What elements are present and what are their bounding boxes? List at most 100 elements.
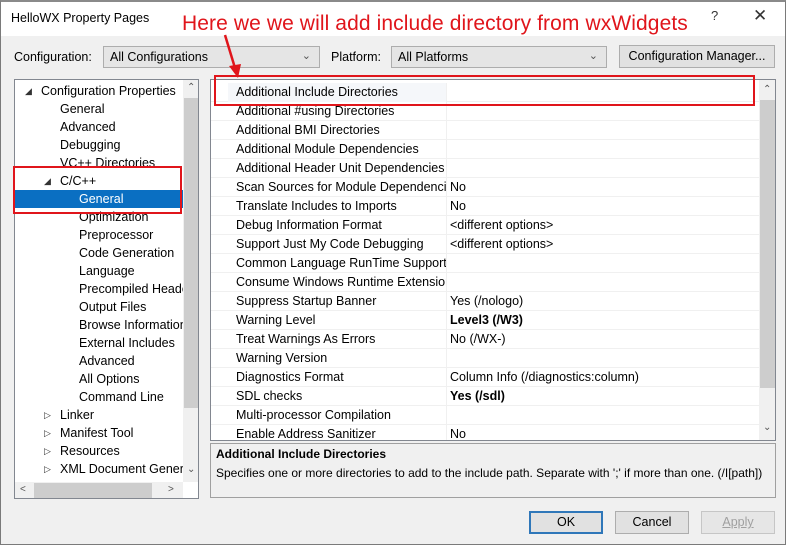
grid-vertical-scrollbar[interactable]: ⌃ ⌄	[759, 80, 775, 440]
description-title: Additional Include Directories	[216, 447, 387, 461]
scroll-thumb[interactable]	[184, 98, 198, 408]
tree-item[interactable]: Advanced	[15, 118, 183, 136]
tree-item[interactable]: ◢ C/C++	[15, 172, 183, 190]
property-name: Additional Header Unit Dependencies	[236, 161, 445, 175]
property-row[interactable]: Scan Sources for Module Dependencies No	[211, 178, 759, 197]
tree-item[interactable]: ▷ XML Document Genera	[15, 460, 191, 478]
tree-item-label: Configuration Properties	[41, 84, 176, 98]
tree-item[interactable]: General	[15, 100, 183, 118]
property-row[interactable]: Warning Version	[211, 349, 759, 368]
apply-button[interactable]: Apply	[701, 511, 775, 534]
scroll-up-icon[interactable]: ⌃	[763, 84, 771, 95]
property-value[interactable]: No	[450, 178, 466, 196]
tree-item[interactable]: Precompiled Heade	[15, 280, 189, 298]
property-pages-dialog: HelloWX Property Pages ? ✕ Here we we wi…	[0, 0, 786, 545]
tree-item[interactable]: ▷ Manifest Tool	[15, 424, 183, 442]
property-value[interactable]: <different options>	[450, 216, 553, 234]
property-value[interactable]: No	[450, 425, 466, 440]
tree-item[interactable]: VC++ Directories	[15, 154, 183, 172]
property-row[interactable]: Support Just My Code Debugging <different…	[211, 235, 759, 254]
scroll-up-icon[interactable]: ⌃	[187, 82, 195, 93]
property-row[interactable]: Treat Warnings As Errors No (/WX-)	[211, 330, 759, 349]
property-row[interactable]: SDL checks Yes (/sdl)	[211, 387, 759, 406]
tree-item[interactable]: General	[15, 190, 183, 208]
property-row[interactable]: Additional BMI Directories	[211, 121, 759, 140]
scroll-left-icon[interactable]: <	[20, 484, 26, 495]
tree-item[interactable]: ◢ Configuration Properties	[15, 82, 183, 100]
property-row[interactable]: Warning Level Level3 (/W3)	[211, 311, 759, 330]
property-value[interactable]: No (/WX-)	[450, 330, 506, 348]
ok-button[interactable]: OK	[529, 511, 603, 534]
tree-item[interactable]: Language	[15, 262, 183, 280]
tree-item-label: Linker	[60, 408, 95, 422]
scroll-down-icon[interactable]: ⌄	[763, 422, 771, 433]
expanded-arrow-icon[interactable]: ◢	[44, 172, 51, 190]
tree-item[interactable]: Advanced	[15, 352, 183, 370]
property-value[interactable]: Yes (/nologo)	[450, 292, 523, 310]
tree-item[interactable]: Debugging	[15, 136, 183, 154]
property-row[interactable]: Additional Include Directories	[211, 83, 759, 102]
property-value[interactable]: <different options>	[450, 235, 553, 253]
tree-item-label: External Includes	[79, 336, 175, 350]
tree-item-label: Optimization	[79, 210, 149, 224]
tree-item-label: Code Generation	[79, 246, 175, 260]
property-row[interactable]: Diagnostics Format Column Info (/diagnost…	[211, 368, 759, 387]
property-name: Scan Sources for Module Dependencies	[236, 180, 446, 194]
column-divider	[446, 235, 447, 254]
configuration-manager-button[interactable]: Configuration Manager...	[619, 45, 775, 68]
expanded-arrow-icon[interactable]: ◢	[25, 82, 32, 100]
scroll-down-icon[interactable]: ⌄	[187, 464, 195, 475]
property-row[interactable]: Debug Information Format <different optio…	[211, 216, 759, 235]
tree-item[interactable]: External Includes	[15, 334, 183, 352]
property-row[interactable]: Additional Module Dependencies	[211, 140, 759, 159]
property-tree: ◢ Configuration Properties General Advanced…	[14, 79, 199, 499]
window-title: HelloWX Property Pages	[11, 11, 150, 25]
property-row[interactable]: Multi-processor Compilation	[211, 406, 759, 425]
tree-item[interactable]: Optimization	[15, 208, 183, 226]
tree-item-label: General	[60, 102, 105, 116]
collapsed-arrow-icon[interactable]: ▷	[44, 442, 51, 460]
property-row[interactable]: Enable Address Sanitizer No	[211, 425, 759, 441]
property-row[interactable]: Consume Windows Runtime Extension	[211, 273, 759, 292]
tree-item-label: General	[79, 192, 124, 206]
collapsed-arrow-icon[interactable]: ▷	[44, 424, 51, 442]
tree-item[interactable]: Code Generation	[15, 244, 183, 262]
scroll-thumb[interactable]	[760, 100, 775, 388]
tree-item[interactable]: Browse Information	[15, 316, 187, 334]
configuration-dropdown[interactable]: All Configurations ⌄	[103, 46, 320, 68]
description-text: Specifies one or more directories to add…	[216, 466, 763, 480]
property-row[interactable]: Additional Header Unit Dependencies	[211, 159, 759, 178]
collapsed-arrow-icon[interactable]: ▷	[44, 406, 51, 424]
property-name: Enable Address Sanitizer	[236, 427, 376, 441]
description-panel: Additional Include Directories Specifies…	[210, 443, 776, 498]
property-row[interactable]: Suppress Startup Banner Yes (/nologo)	[211, 292, 759, 311]
column-divider	[446, 368, 447, 387]
tree-item-label: Browse Information	[79, 318, 187, 332]
platform-dropdown[interactable]: All Platforms ⌄	[391, 46, 607, 68]
column-divider	[446, 273, 447, 292]
column-divider	[446, 178, 447, 197]
tree-item[interactable]: ▷ Resources	[15, 442, 183, 460]
property-value[interactable]: Level3 (/W3)	[450, 311, 523, 329]
cancel-button[interactable]: Cancel	[615, 511, 689, 534]
tree-item[interactable]: All Options	[15, 370, 183, 388]
tree-vertical-scrollbar[interactable]: ⌃ ⌄	[183, 80, 198, 482]
property-value[interactable]: No	[450, 197, 466, 215]
property-row[interactable]: Common Language RunTime Support	[211, 254, 759, 273]
tree-item[interactable]: Command Line	[15, 388, 183, 406]
tree-horizontal-scrollbar[interactable]: < >	[15, 482, 183, 498]
close-button[interactable]: ✕	[753, 6, 767, 26]
property-row[interactable]: Additional #using Directories	[211, 102, 759, 121]
scroll-thumb[interactable]	[34, 483, 152, 498]
property-name: Translate Includes to Imports	[236, 199, 397, 213]
property-row[interactable]: Translate Includes to Imports No	[211, 197, 759, 216]
tree-item[interactable]: Output Files	[15, 298, 183, 316]
collapsed-arrow-icon[interactable]: ▷	[44, 460, 51, 478]
help-button[interactable]: ?	[711, 8, 718, 23]
tree-item[interactable]: ▷ Linker	[15, 406, 183, 424]
column-divider	[446, 83, 447, 102]
property-value[interactable]: Column Info (/diagnostics:column)	[450, 368, 639, 386]
property-value[interactable]: Yes (/sdl)	[450, 387, 505, 405]
tree-item[interactable]: Preprocessor	[15, 226, 183, 244]
scroll-right-icon[interactable]: >	[168, 484, 174, 495]
